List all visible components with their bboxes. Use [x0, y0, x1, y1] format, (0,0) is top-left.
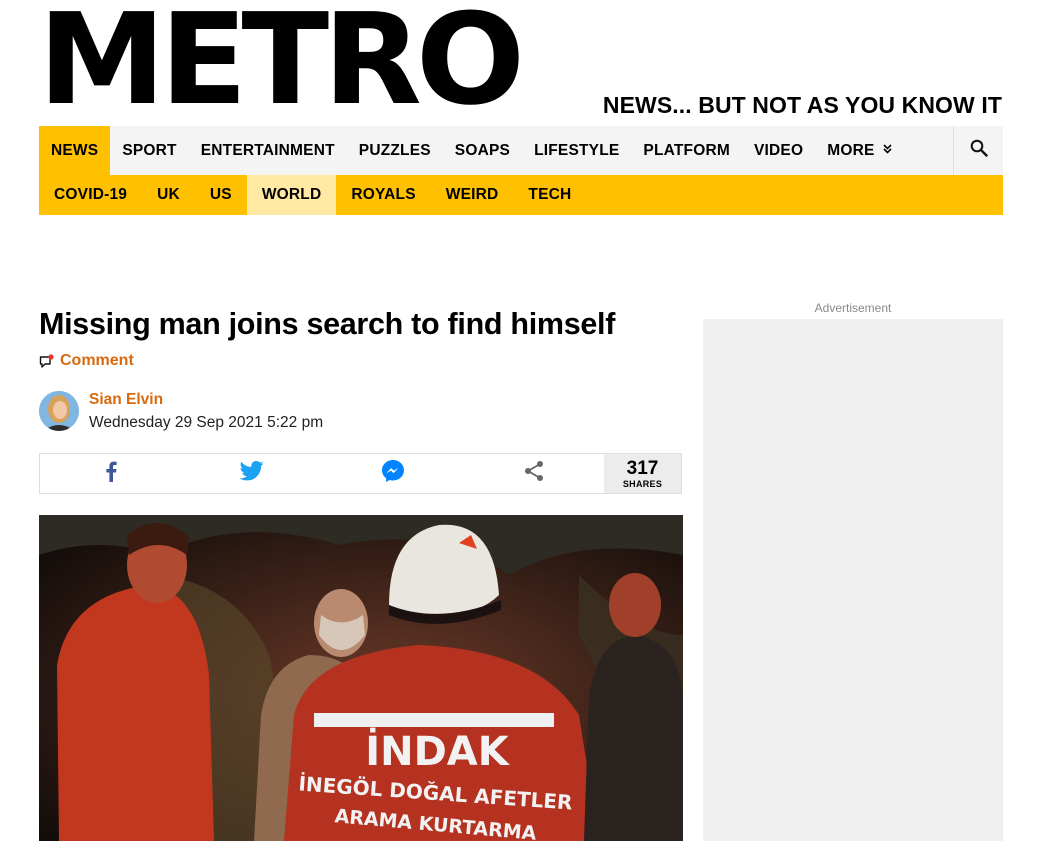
- facebook-share-button[interactable]: [40, 454, 181, 493]
- nav-item-more-label: MORE: [827, 141, 875, 159]
- nav-item-sport[interactable]: SPORT: [110, 126, 188, 175]
- share-count-number: 317: [626, 457, 659, 479]
- nav-item-entertainment[interactable]: ENTERTAINMENT: [189, 126, 347, 175]
- messenger-share-button[interactable]: [322, 454, 463, 493]
- share-button[interactable]: [463, 454, 604, 493]
- author-avatar[interactable]: [39, 391, 79, 431]
- metro-logo[interactable]: METRO: [38, 0, 528, 123]
- subnav-item-weird[interactable]: WEIRD: [431, 175, 514, 215]
- subnav-item-covid-19[interactable]: COVID-19: [39, 175, 142, 215]
- subnav-item-royals[interactable]: ROYALS: [336, 175, 430, 215]
- advertisement-label: Advertisement: [814, 301, 892, 315]
- subnav-item-tech[interactable]: TECH: [513, 175, 586, 215]
- share-count-label: SHARES: [622, 478, 663, 489]
- nav-item-video[interactable]: VIDEO: [742, 126, 815, 175]
- advertisement-slot[interactable]: [703, 319, 1003, 841]
- photo-vest-text-main: İNDAK: [365, 727, 511, 775]
- search-icon: [970, 139, 988, 162]
- comment-label: Comment: [60, 352, 134, 369]
- search-button[interactable]: [953, 126, 1003, 175]
- share-count: 317 SHARES: [604, 454, 681, 493]
- chevron-double-down-icon: [882, 144, 892, 157]
- messenger-icon: [381, 459, 405, 488]
- article-headline: Missing man joins search to find himself: [39, 307, 616, 341]
- share-icon: [523, 460, 545, 487]
- nav-item-more[interactable]: MORE: [815, 126, 903, 175]
- twitter-share-button[interactable]: [181, 454, 322, 493]
- subnav-item-uk[interactable]: UK: [142, 175, 195, 215]
- nav-item-soaps[interactable]: SOAPS: [443, 126, 522, 175]
- tagline: NEWS... BUT NOT AS YOU KNOW IT: [602, 92, 1002, 118]
- author-name[interactable]: Sian Elvin: [89, 391, 163, 409]
- twitter-icon: [239, 461, 264, 486]
- subnav-item-us[interactable]: US: [195, 175, 247, 215]
- nav-item-lifestyle[interactable]: LIFESTYLE: [522, 126, 631, 175]
- nav-item-platform[interactable]: PLATFORM: [631, 126, 742, 175]
- comment-icon: [39, 353, 54, 369]
- share-bar: 317 SHARES: [39, 453, 682, 494]
- article-photo[interactable]: İNDAK İNEGÖL DOĞAL AFETLER ARAMA KURTARM…: [39, 515, 683, 841]
- comment-link[interactable]: Comment: [39, 352, 134, 370]
- secondary-nav: COVID-19 UK US WORLD ROYALS WEIRD TECH: [39, 175, 1003, 215]
- nav-item-puzzles[interactable]: PUZZLES: [347, 126, 443, 175]
- publish-date: Wednesday 29 Sep 2021 5:22 pm: [89, 414, 324, 431]
- facebook-icon: [105, 460, 117, 487]
- subnav-item-world[interactable]: WORLD: [246, 175, 337, 215]
- primary-nav: NEWS SPORT ENTERTAINMENT PUZZLES SOAPS L…: [39, 126, 1003, 175]
- nav-item-news[interactable]: NEWS: [39, 126, 111, 175]
